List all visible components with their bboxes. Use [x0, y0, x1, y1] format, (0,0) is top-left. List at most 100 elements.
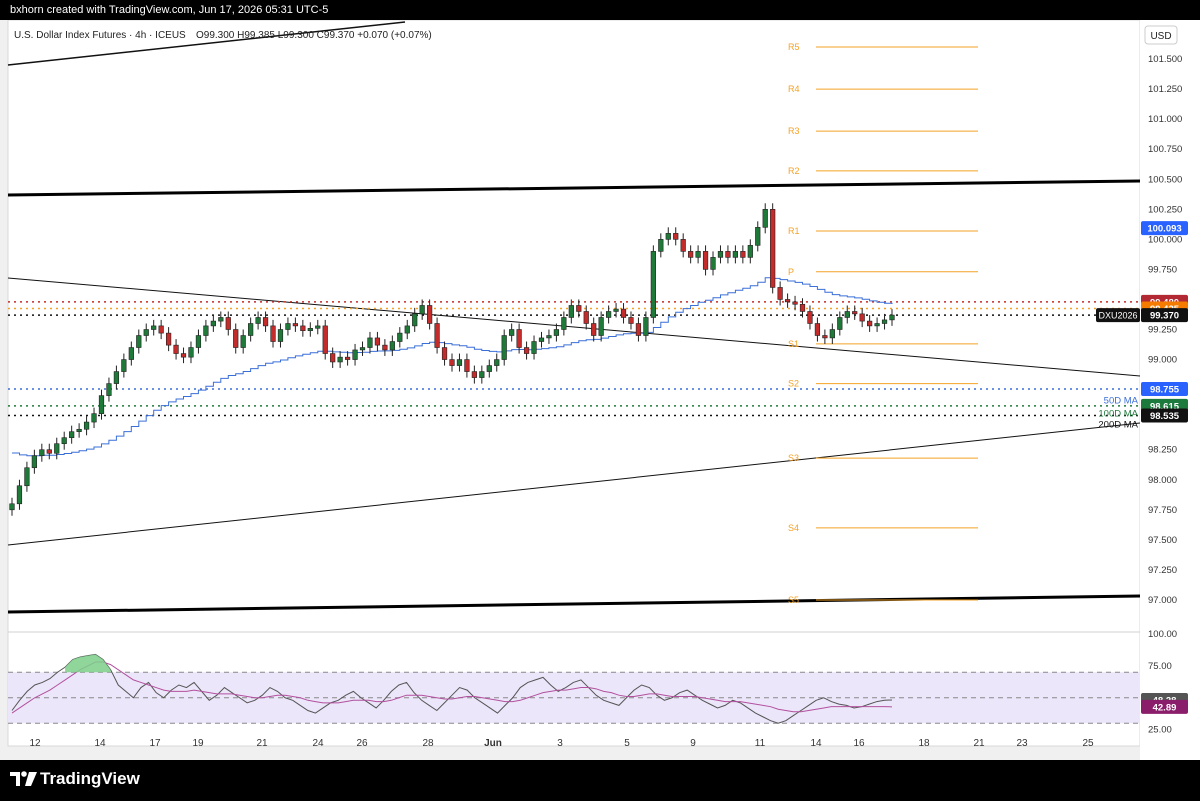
candle-body [680, 239, 686, 252]
price-tick-label: 101.000 [1148, 114, 1182, 125]
candle-body [837, 317, 843, 330]
price-tick-label: 98.000 [1148, 475, 1177, 486]
header-text: bxhorn created with TradingView.com, Jun… [10, 4, 329, 16]
candle-body [576, 305, 582, 312]
candle-body [248, 323, 254, 336]
candle-body [792, 301, 798, 305]
candle-body [307, 328, 313, 332]
candle-body [359, 347, 366, 351]
candle-body [374, 337, 381, 346]
candle-body [203, 325, 209, 336]
candle-body [531, 341, 537, 354]
time-tick-label: 21 [256, 738, 268, 749]
time-tick-label: 14 [94, 738, 106, 749]
candle-body [352, 349, 358, 360]
candle-body [740, 251, 746, 258]
candle-body [300, 325, 306, 332]
candle-body [233, 329, 239, 348]
pivot-label: S1 [788, 339, 799, 349]
candle-body [91, 413, 97, 423]
price-tick-label: 99.000 [1148, 355, 1177, 366]
time-tick-label: 25 [1082, 738, 1094, 749]
pivot-label: S2 [788, 379, 799, 389]
legend-symbol: U.S. Dollar Index Futures · 4h · ICEUS [14, 30, 186, 41]
candle-body [344, 356, 351, 360]
candle-body [762, 209, 768, 228]
time-tick-label: 17 [149, 738, 161, 749]
pivot-label: R1 [788, 226, 800, 236]
candle-body [867, 320, 873, 327]
chart-svg[interactable]: R5 R4 R3 R2 R1 P S1 S2 S3 S4 S5 101.500 101.250 101.… [0, 19, 1200, 760]
candle-body [285, 323, 291, 330]
candle-body [61, 437, 67, 444]
candle-body [9, 503, 15, 511]
price-tick-label: 100.500 [1148, 174, 1182, 185]
candle-body [240, 335, 246, 348]
time-tick-label: 28 [422, 738, 434, 749]
candle-body [814, 323, 821, 336]
candle-body [844, 311, 850, 318]
candle-body [799, 303, 806, 312]
time-tick-label: 9 [690, 738, 696, 749]
candle-body [54, 443, 60, 454]
price-tick-label: 97.000 [1148, 595, 1177, 606]
candle-body [561, 317, 567, 330]
time-tick-label: 5 [624, 738, 630, 749]
rsi-value-text: 42.89 [1153, 702, 1177, 713]
candle-body [39, 449, 45, 457]
candle-body [732, 251, 739, 258]
rsi-tick-label: 100.00 [1148, 629, 1177, 640]
tradingview-brand: TradingView [40, 769, 140, 788]
candle-body [770, 209, 776, 288]
candle-body [225, 317, 231, 330]
candle-body [404, 325, 410, 334]
candle-body [315, 325, 321, 329]
candle-body [464, 359, 470, 372]
candle-body [874, 323, 880, 327]
candle-body [31, 455, 37, 469]
time-tick-label: 14 [810, 738, 822, 749]
time-tick-label: 21 [973, 738, 985, 749]
candle-body [546, 335, 552, 339]
time-tick-label: 16 [853, 738, 865, 749]
candle-body [210, 320, 216, 327]
candle-body [180, 353, 187, 358]
candle-body [859, 313, 865, 322]
candle-body [441, 347, 448, 360]
candle-body [509, 329, 515, 336]
candle-body [46, 449, 52, 454]
candle-body [128, 347, 134, 360]
price-tick-label: 97.750 [1148, 505, 1177, 516]
time-tick-label: Jun [484, 738, 502, 749]
candle-body [777, 287, 783, 300]
candle-body [449, 359, 455, 366]
candle-body [620, 308, 627, 318]
time-tick-label: 11 [755, 738, 766, 749]
candle-body [412, 313, 418, 327]
price-tick-label: 100.750 [1148, 144, 1182, 155]
candle-body [881, 319, 888, 324]
candle-body [121, 359, 127, 372]
candle-body [523, 347, 530, 354]
candle-body [695, 251, 701, 258]
candle-body [628, 317, 634, 324]
candle-body [270, 325, 276, 342]
candle-body [665, 233, 671, 240]
price-tick-label: 97.250 [1148, 565, 1177, 576]
price-tick-label: 98.250 [1148, 445, 1177, 456]
price-label-text: 100.093 [1147, 224, 1181, 235]
candle-body [598, 317, 604, 336]
candle-body [195, 335, 202, 348]
candle-body [277, 329, 284, 342]
candle-body [165, 332, 172, 346]
candle-body [688, 251, 694, 258]
candle-body [382, 344, 388, 351]
candle-body [337, 356, 343, 363]
candle-body [76, 428, 82, 432]
pivot-label: R3 [788, 126, 800, 136]
candle-body [613, 308, 619, 312]
candle-body [889, 314, 895, 321]
candle-body [173, 344, 179, 354]
candle-body [471, 371, 477, 378]
candle-body [292, 323, 299, 327]
